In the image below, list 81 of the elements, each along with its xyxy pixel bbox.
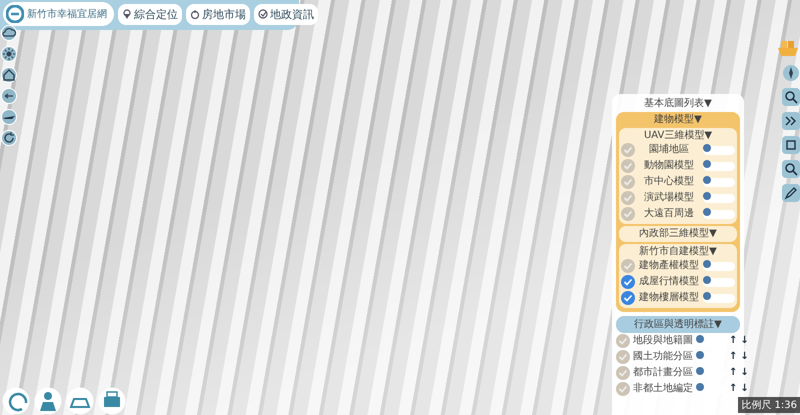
sun-icon[interactable] — [1, 46, 17, 62]
compass-icon[interactable] — [782, 64, 800, 82]
opacity-slider[interactable] — [703, 262, 735, 270]
pin-icon — [122, 9, 132, 19]
site-title: 新竹市幸福宜居網 — [27, 8, 107, 21]
arrow-left-icon[interactable] — [1, 88, 17, 104]
person-icon[interactable] — [34, 387, 62, 415]
opacity-slider[interactable] — [703, 294, 735, 302]
subgroup-header[interactable]: 新竹市自建模型▼ — [621, 245, 735, 258]
subgroup-header[interactable]: 內政部三維模型▼ — [621, 227, 735, 240]
cloud-icon[interactable] — [1, 25, 17, 41]
checkbox[interactable] — [621, 275, 635, 289]
checkbox[interactable] — [616, 350, 630, 364]
slider-thumb[interactable] — [703, 292, 711, 300]
checkbox[interactable] — [616, 366, 630, 380]
menu-button[interactable]: 綜合定位 — [118, 4, 182, 24]
menu-button[interactable]: 房地市場 — [186, 4, 250, 24]
opacity-slider[interactable] — [703, 146, 735, 154]
dial-icon — [190, 9, 200, 19]
refresh-icon[interactable] — [1, 130, 17, 146]
slider-thumb[interactable] — [703, 208, 711, 216]
slider-thumb[interactable] — [703, 144, 711, 152]
panel-title[interactable]: 基本底圖列表▼ — [616, 97, 740, 110]
layer-label: 國土功能分區 — [633, 351, 693, 363]
slider-thumb[interactable] — [696, 382, 704, 390]
layer-label: 建物產權模型 — [638, 260, 700, 272]
layer-label: 非都土地編定 — [633, 383, 693, 395]
layer-label: 大遠百周邊 — [643, 208, 695, 220]
pencil-icon[interactable] — [782, 184, 800, 202]
move-up-button[interactable]: ↑ — [729, 335, 738, 347]
opacity-slider[interactable] — [703, 194, 735, 202]
move-down-button[interactable]: ↓ — [740, 383, 749, 395]
opacity-slider[interactable] — [703, 210, 735, 218]
slider-thumb[interactable] — [696, 350, 704, 358]
move-down-button[interactable]: ↓ — [740, 351, 749, 363]
opacity-slider[interactable] — [703, 178, 735, 186]
move-up-button[interactable]: ↑ — [729, 351, 738, 363]
move-down-button[interactable]: ↓ — [740, 335, 749, 347]
group-header[interactable]: 行政區與透明標註▼ — [616, 316, 740, 333]
layer-label: 都市計畫分區 — [633, 367, 693, 379]
slider-thumb[interactable] — [703, 192, 711, 200]
search-icon[interactable] — [782, 160, 800, 178]
layer-label: 地段與地籍圖 — [633, 335, 693, 347]
menu-button[interactable]: 地政資訊 — [254, 4, 318, 24]
slider-thumb[interactable] — [703, 176, 711, 184]
checkbox[interactable] — [621, 291, 635, 305]
layer-label: 動物園模型 — [643, 160, 695, 172]
search-icon[interactable] — [782, 88, 800, 106]
layer-label: 市中心模型 — [643, 176, 695, 188]
checkbox[interactable] — [621, 207, 635, 221]
layer-label: 演武場模型 — [643, 192, 695, 204]
checkbox[interactable] — [616, 334, 630, 348]
check-circle-icon — [258, 9, 268, 19]
checkbox[interactable] — [621, 159, 635, 173]
slider-thumb[interactable] — [696, 334, 704, 342]
checkbox[interactable] — [621, 259, 635, 273]
layer-label: 園埔地區 — [648, 144, 690, 156]
move-up-button[interactable]: ↑ — [729, 383, 738, 395]
checkbox[interactable] — [621, 191, 635, 205]
checkbox[interactable] — [621, 143, 635, 157]
home-icon[interactable] — [1, 67, 17, 83]
plane-icon[interactable] — [1, 109, 17, 125]
move-down-button[interactable]: ↓ — [740, 367, 749, 379]
subgroup-header[interactable]: UAV三維模型▼ — [621, 129, 735, 142]
chevrons-icon[interactable] — [782, 112, 800, 130]
opacity-slider[interactable] — [703, 162, 735, 170]
move-up-button[interactable]: ↑ — [729, 367, 738, 379]
slider-thumb[interactable] — [703, 260, 711, 268]
checkbox[interactable] — [621, 175, 635, 189]
slider-thumb[interactable] — [703, 276, 711, 284]
group-header[interactable]: 建物模型▼ — [619, 113, 737, 126]
logo-icon — [6, 5, 24, 23]
layer-label: 建物樓層模型 — [638, 292, 700, 304]
scale-label: 比例尺 1:36 — [738, 397, 800, 413]
square-icon[interactable] — [782, 136, 800, 154]
slider-thumb[interactable] — [703, 160, 711, 168]
layer-label: 成屋行情模型 — [638, 276, 700, 288]
opacity-slider[interactable] — [703, 278, 735, 286]
checkbox[interactable] — [616, 382, 630, 396]
slider-thumb[interactable] — [696, 366, 704, 374]
rotate-icon[interactable] — [2, 387, 30, 415]
